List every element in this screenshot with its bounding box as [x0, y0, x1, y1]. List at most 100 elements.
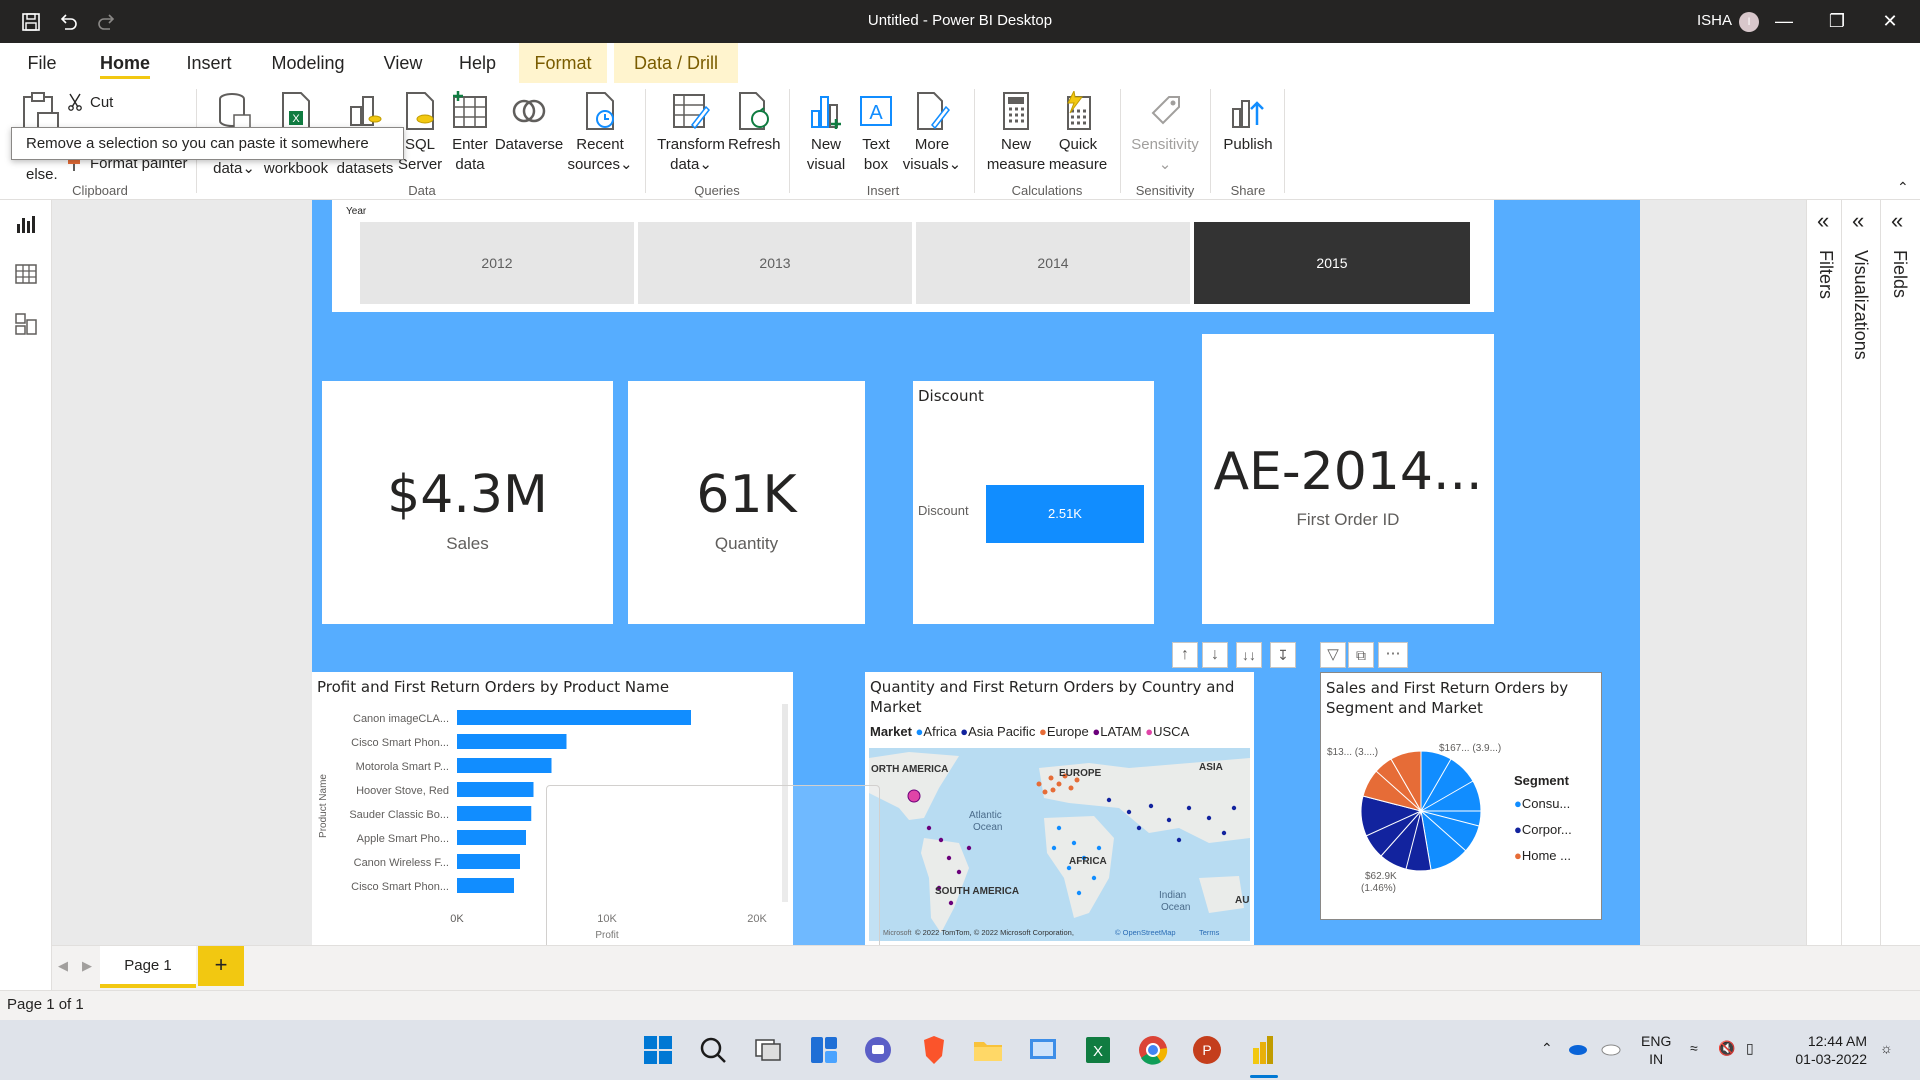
close-icon[interactable]: ✕: [1879, 10, 1901, 32]
restore-icon[interactable]: ❐: [1826, 10, 1848, 32]
world-map[interactable]: ORTH AMERICA EUROPE ASIA Atlantic Ocean …: [869, 748, 1250, 941]
transform-data-button[interactable]: Transform data⌄: [656, 91, 726, 175]
expand-hierarchy-icon[interactable]: ↧: [1270, 642, 1296, 668]
first-order-card[interactable]: AE-2014... First Order ID: [1202, 334, 1494, 624]
slicer-item[interactable]: 2014: [916, 222, 1190, 304]
map-bubble[interactable]: [907, 789, 921, 803]
more-visuals-button[interactable]: More visuals⌄: [900, 91, 964, 175]
fields-pane[interactable]: « Fields: [1880, 200, 1920, 945]
teams-chat-icon[interactable]: [862, 1034, 894, 1066]
quick-measure-button[interactable]: Quick measure: [1046, 91, 1110, 175]
new-visual-button[interactable]: New visual: [800, 91, 852, 175]
battery-icon[interactable]: ▯: [1746, 1040, 1754, 1057]
widgets-icon[interactable]: [808, 1034, 840, 1066]
filter-icon[interactable]: ▽: [1320, 642, 1346, 668]
more-options-icon[interactable]: ⋯: [1378, 642, 1408, 668]
tab-home[interactable]: Home: [90, 43, 160, 83]
expand-chevron-icon[interactable]: «: [1852, 208, 1864, 234]
pane-label[interactable]: Visualizations: [1850, 250, 1871, 360]
sales-card[interactable]: $4.3M Sales: [322, 381, 613, 624]
visualizations-pane[interactable]: « Visualizations: [1841, 200, 1881, 945]
tab-help[interactable]: Help: [450, 43, 505, 83]
bar[interactable]: [457, 758, 552, 773]
bar[interactable]: [457, 854, 520, 869]
discount-bar[interactable]: 2.51K: [986, 485, 1144, 543]
onedrive-icon[interactable]: [1566, 1040, 1588, 1056]
new-measure-button[interactable]: New measure: [984, 91, 1048, 175]
data-view-icon[interactable]: [12, 260, 40, 288]
legend-item[interactable]: Consu...: [1522, 796, 1570, 811]
map-terms-link[interactable]: Terms: [1199, 928, 1220, 937]
pane-label[interactable]: Fields: [1889, 250, 1910, 298]
enter-data-button[interactable]: Enter data: [448, 91, 492, 175]
clock[interactable]: 12:44 AM 01-03-2022: [1783, 1032, 1867, 1068]
language-indicator[interactable]: ENG IN: [1641, 1032, 1671, 1068]
tab-modeling[interactable]: Modeling: [262, 43, 354, 83]
sensitivity-button[interactable]: Sensitivity ⌄: [1124, 91, 1206, 175]
scissors-icon[interactable]: [67, 93, 83, 111]
bar[interactable]: [457, 806, 532, 821]
onedrive-personal-icon[interactable]: [1599, 1040, 1621, 1056]
powerpoint-icon[interactable]: P: [1191, 1034, 1223, 1066]
brave-browser-icon[interactable]: [918, 1034, 950, 1066]
show-hidden-icons[interactable]: ⌃: [1541, 1040, 1553, 1057]
page-tab[interactable]: Page 1: [100, 946, 196, 988]
wifi-icon[interactable]: ≈: [1690, 1040, 1698, 1056]
map-credits-link[interactable]: © OpenStreetMap: [1115, 928, 1176, 937]
pane-label[interactable]: Filters: [1815, 250, 1836, 299]
next-page-icon[interactable]: ▶: [82, 958, 92, 974]
power-bi-app-icon[interactable]: [1247, 1034, 1279, 1066]
publish-button[interactable]: Publish: [1218, 91, 1278, 155]
minimize-icon[interactable]: —: [1773, 10, 1795, 32]
add-page-button[interactable]: +: [198, 946, 244, 986]
file-explorer-icon[interactable]: [972, 1034, 1004, 1066]
prev-page-icon[interactable]: ◀: [58, 958, 68, 974]
model-view-icon[interactable]: [12, 310, 40, 338]
tab-format[interactable]: Format: [519, 43, 607, 83]
filters-pane[interactable]: « Filters: [1806, 200, 1846, 945]
focus-mode-icon[interactable]: ⧉: [1348, 642, 1374, 668]
volume-muted-icon[interactable]: 🔇: [1718, 1040, 1735, 1057]
control-panel-icon[interactable]: [1027, 1034, 1059, 1066]
excel-app-icon[interactable]: X: [1082, 1034, 1114, 1066]
legend-item[interactable]: Home ...: [1522, 848, 1571, 863]
tab-insert[interactable]: Insert: [178, 43, 240, 83]
bar[interactable]: [457, 734, 567, 749]
next-level-icon[interactable]: ↓↓: [1236, 642, 1262, 668]
notifications-icon[interactable]: ☼: [1880, 1040, 1893, 1056]
sql-server-button[interactable]: SQL Server: [398, 91, 442, 175]
legend-item[interactable]: Corpor...: [1522, 822, 1572, 837]
expand-chevron-icon[interactable]: «: [1817, 208, 1829, 234]
tab-view[interactable]: View: [377, 43, 429, 83]
bar[interactable]: [457, 782, 534, 797]
avatar[interactable]: I: [1739, 12, 1759, 32]
cut-button[interactable]: Cut: [90, 93, 113, 113]
pie-chart-visual[interactable]: Sales and First Return Orders by Segment …: [1320, 672, 1602, 920]
expand-chevron-icon[interactable]: «: [1891, 208, 1903, 234]
map-visual[interactable]: Quantity and First Return Orders by Coun…: [865, 672, 1254, 945]
drill-down-icon[interactable]: ↓: [1202, 642, 1228, 668]
discount-visual[interactable]: Discount Discount 2.51K: [913, 381, 1154, 624]
search-icon[interactable]: [697, 1034, 729, 1066]
windows-start-icon[interactable]: [642, 1034, 674, 1066]
bar[interactable]: [457, 710, 691, 725]
group-label-calculations: Calculations: [1011, 183, 1083, 198]
quantity-card[interactable]: 61K Quantity: [628, 381, 865, 624]
text-box-button[interactable]: A Text box: [854, 91, 898, 175]
slicer-item[interactable]: 2013: [638, 222, 912, 304]
tab-data-drill[interactable]: Data / Drill: [614, 43, 738, 83]
drill-up-icon[interactable]: ↑: [1172, 642, 1198, 668]
bar[interactable]: [457, 830, 526, 845]
recent-sources-button[interactable]: Recent sources⌄: [566, 91, 634, 175]
user-name[interactable]: ISHA: [1697, 12, 1732, 29]
refresh-button[interactable]: Refresh: [728, 91, 781, 155]
tab-file[interactable]: File: [18, 43, 66, 83]
chrome-icon[interactable]: [1137, 1034, 1169, 1066]
slicer-item-selected[interactable]: 2015: [1194, 222, 1470, 304]
collapse-ribbon-icon[interactable]: ⌃: [1897, 179, 1909, 196]
task-view-icon[interactable]: [752, 1034, 784, 1066]
bar[interactable]: [457, 878, 514, 893]
dataverse-button[interactable]: Dataverse: [494, 91, 564, 155]
report-view-icon[interactable]: [12, 210, 40, 238]
slicer-item[interactable]: 2012: [360, 222, 634, 304]
